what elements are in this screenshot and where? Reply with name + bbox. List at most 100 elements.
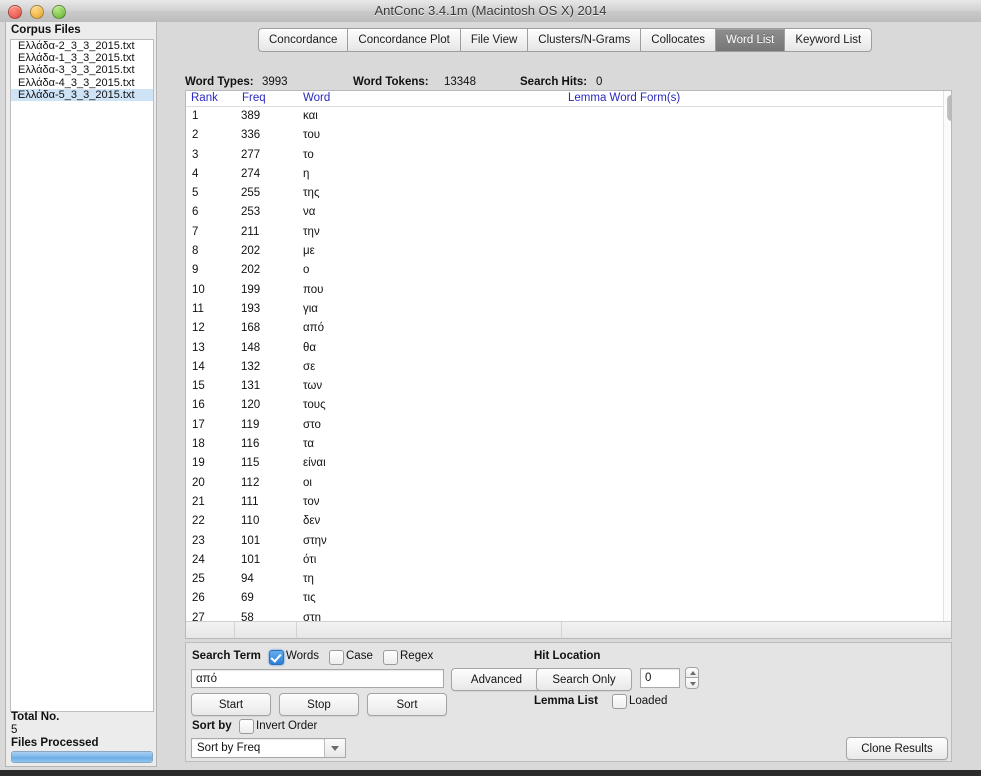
- table-row[interactable]: 17 119 στο: [186, 416, 951, 435]
- cell-freq: 101: [241, 553, 261, 566]
- clone-results-button[interactable]: Clone Results: [846, 737, 948, 760]
- cell-rank: 22: [192, 515, 205, 528]
- table-row[interactable]: 14 132 σε: [186, 358, 951, 377]
- table-row[interactable]: 12 168 από: [186, 319, 951, 338]
- cell-word: στο: [303, 418, 321, 431]
- loaded-checkbox[interactable]: [612, 694, 627, 709]
- table-row[interactable]: 19 115 είναι: [186, 454, 951, 473]
- cell-word: τους: [303, 399, 326, 412]
- scrollbar-thumb[interactable]: [947, 95, 951, 121]
- tab-concordance-plot[interactable]: Concordance Plot: [347, 28, 460, 52]
- table-row[interactable]: 13 148 θα: [186, 339, 951, 358]
- cell-word: το: [303, 148, 314, 161]
- table-vertical-scrollbar[interactable]: [943, 91, 951, 622]
- search-term-label: Search Term: [192, 650, 261, 662]
- table-row[interactable]: 7 211 την: [186, 223, 951, 242]
- search-input[interactable]: από: [191, 669, 444, 688]
- table-row[interactable]: 2 336 του: [186, 126, 951, 145]
- column-header-word[interactable]: Word: [303, 92, 330, 104]
- column-divider[interactable]: [296, 622, 297, 638]
- search-only-button[interactable]: Search Only: [536, 668, 632, 691]
- cell-word: είναι: [303, 457, 326, 470]
- list-item-selected[interactable]: Ελλάδα-5_3_3_2015.txt: [11, 88, 153, 101]
- cell-word: θα: [303, 341, 317, 354]
- table-row[interactable]: 4 274 η: [186, 165, 951, 184]
- stepper-up-icon[interactable]: [685, 667, 699, 678]
- regex-label: Regex: [400, 650, 434, 662]
- table-row[interactable]: 10 199 που: [186, 281, 951, 300]
- cell-word: τα: [303, 438, 315, 451]
- column-divider[interactable]: [234, 622, 235, 638]
- list-item[interactable]: Ελλάδα-3_3_3_2015.txt: [11, 64, 153, 76]
- cell-word: να: [303, 206, 316, 219]
- sort-by-select[interactable]: Sort by Freq: [191, 738, 346, 758]
- regex-checkbox[interactable]: [383, 650, 398, 665]
- cell-rank: 15: [192, 380, 205, 393]
- cell-word: τον: [303, 495, 320, 508]
- words-checkbox[interactable]: [269, 650, 284, 665]
- table-row[interactable]: 11 193 για: [186, 300, 951, 319]
- sort-button[interactable]: Sort: [367, 693, 447, 716]
- tab-concordance[interactable]: Concordance: [258, 28, 348, 52]
- list-item[interactable]: Ελλάδα-2_3_3_2015.txt: [11, 40, 153, 52]
- antconc-window: AntConc 3.4.1m (Macintosh OS X) 2014 Cor…: [0, 0, 981, 776]
- stepper-down-icon[interactable]: [685, 678, 699, 689]
- column-header-lemma[interactable]: Lemma Word Form(s): [568, 92, 680, 104]
- cell-freq: 274: [241, 167, 261, 180]
- cell-rank: 11: [192, 302, 204, 315]
- table-row[interactable]: 5 255 της: [186, 184, 951, 203]
- list-item[interactable]: Ελλάδα-1_3_3_2015.txt: [11, 52, 153, 64]
- table-row[interactable]: 22 110 δεν: [186, 512, 951, 531]
- table-row[interactable]: 1 389 και: [186, 107, 951, 126]
- stop-button[interactable]: Stop: [279, 693, 359, 716]
- corpus-file-list[interactable]: Ελλάδα-2_3_3_2015.txt Ελλάδα-1_3_3_2015.…: [10, 39, 154, 712]
- cell-word: με: [303, 245, 315, 258]
- tab-keyword-list[interactable]: Keyword List: [784, 28, 873, 52]
- column-header-rank[interactable]: Rank: [191, 92, 218, 104]
- cell-word: των: [303, 380, 323, 393]
- table-row[interactable]: 16 120 τους: [186, 396, 951, 415]
- table-row[interactable]: 21 111 τον: [186, 493, 951, 512]
- window-title: AntConc 3.4.1m (Macintosh OS X) 2014: [374, 3, 607, 18]
- tab-word-list[interactable]: Word List: [715, 28, 785, 52]
- cell-freq: 101: [241, 534, 261, 547]
- column-divider[interactable]: [561, 622, 562, 638]
- table-row[interactable]: 20 112 οι: [186, 474, 951, 493]
- table-row[interactable]: 26 69 τις: [186, 589, 951, 608]
- column-header-freq[interactable]: Freq: [242, 92, 266, 104]
- hit-location-input[interactable]: 0: [640, 668, 680, 688]
- progress-fill: [12, 752, 152, 762]
- cell-word: ο: [303, 264, 310, 277]
- table-row[interactable]: 24 101 ότι: [186, 551, 951, 570]
- hit-location-stepper[interactable]: [685, 667, 699, 689]
- cell-freq: 148: [241, 341, 261, 354]
- invert-order-checkbox[interactable]: [239, 719, 254, 734]
- cell-rank: 26: [192, 592, 205, 605]
- tab-clusters-ngrams[interactable]: Clusters/N-Grams: [527, 28, 641, 52]
- start-button[interactable]: Start: [191, 693, 271, 716]
- cell-rank: 20: [192, 476, 205, 489]
- table-row[interactable]: 18 116 τα: [186, 435, 951, 454]
- table-row[interactable]: 3 277 το: [186, 146, 951, 165]
- tab-collocates[interactable]: Collocates: [640, 28, 715, 52]
- table-row[interactable]: 9 202 ο: [186, 261, 951, 280]
- case-checkbox[interactable]: [329, 650, 344, 665]
- cell-freq: 336: [241, 129, 261, 142]
- table-row[interactable]: 6 253 να: [186, 203, 951, 222]
- table-row[interactable]: 8 202 με: [186, 242, 951, 261]
- cell-rank: 23: [192, 534, 205, 547]
- hit-location-label: Hit Location: [534, 650, 601, 662]
- cell-freq: 199: [241, 283, 261, 296]
- chevron-down-icon[interactable]: [324, 739, 345, 757]
- table-row[interactable]: 25 94 τη: [186, 570, 951, 589]
- cell-word: δεν: [303, 515, 321, 528]
- advanced-button[interactable]: Advanced: [451, 668, 542, 691]
- table-row[interactable]: 15 131 των: [186, 377, 951, 396]
- table-row[interactable]: 23 101 στην: [186, 532, 951, 551]
- tab-file-view[interactable]: File View: [459, 28, 528, 52]
- sort-by-value: Sort by Freq: [197, 742, 261, 754]
- total-no-value: 5: [11, 724, 18, 736]
- word-tokens-label: Word Tokens:: [353, 76, 429, 88]
- window-body: Corpus Files Ελλάδα-2_3_3_2015.txt Ελλάδ…: [0, 22, 981, 776]
- list-item[interactable]: Ελλάδα-4_3_3_2015.txt: [11, 77, 153, 89]
